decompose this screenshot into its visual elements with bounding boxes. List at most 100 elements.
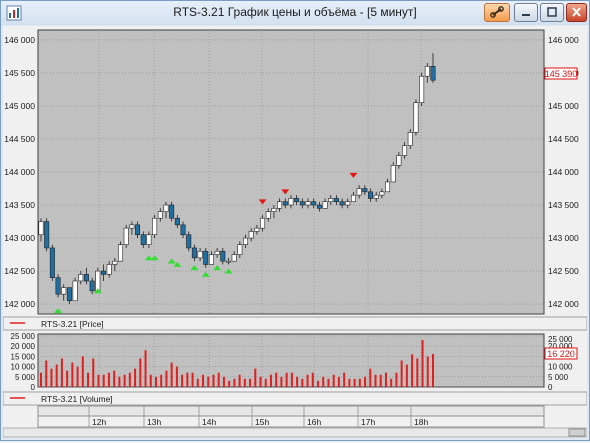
volume-bar: [144, 350, 147, 387]
volume-bar: [238, 374, 241, 387]
volume-bar: [181, 374, 184, 387]
volume-bar: [280, 376, 283, 387]
volume-bar: [285, 372, 288, 387]
volume-bar: [107, 372, 110, 387]
volume-bar: [390, 378, 393, 387]
volume-bar: [50, 368, 53, 387]
volume-bar: [353, 378, 356, 387]
link-button[interactable]: [484, 3, 510, 22]
time-axis-top-strip: [37, 405, 545, 417]
price-axis-label-right: 146 000: [548, 35, 579, 45]
volume-bar: [60, 358, 63, 387]
candle[interactable]: [72, 277, 78, 302]
price-axis-label-left: 143 000: [4, 233, 35, 243]
candle[interactable]: [419, 72, 425, 106]
volume-bar: [290, 372, 293, 387]
volume-bar: [249, 378, 252, 387]
volume-bar: [317, 380, 320, 387]
volume-bar: [196, 378, 199, 387]
time-label: 13h: [147, 417, 161, 427]
volume-bar: [254, 368, 257, 387]
volume-axis-label-left: 20 000: [11, 342, 36, 351]
volume-bar: [343, 372, 346, 387]
volume-bar: [374, 374, 377, 387]
volume-bar: [207, 376, 210, 387]
price-axis-label-left: 143 500: [4, 200, 35, 210]
candle[interactable]: [44, 218, 50, 252]
volume-bar: [311, 372, 314, 387]
volume-bar: [212, 374, 215, 387]
price-axis-label-right: 142 500: [548, 266, 579, 276]
volume-bar: [170, 362, 173, 387]
close-button[interactable]: [566, 3, 587, 22]
volume-bar: [66, 370, 69, 387]
volume-bar: [306, 374, 309, 387]
volume-bar: [191, 372, 194, 387]
volume-bar: [332, 374, 335, 387]
minimize-button[interactable]: [514, 3, 538, 22]
volume-bar: [395, 372, 398, 387]
candle[interactable]: [123, 224, 129, 248]
volume-axis-label-left: 5 000: [15, 373, 36, 382]
volume-bar: [165, 370, 168, 387]
volume-bar: [301, 378, 304, 387]
volume-axis-label-left: 0: [31, 383, 36, 392]
price-axis-label-right: 144 500: [548, 134, 579, 144]
time-label: 15h: [255, 417, 269, 427]
chart-canvas[interactable]: 146 000 145 500 145 000 144 500 144 000 143 5…: [2, 26, 588, 438]
volume-bar: [421, 340, 424, 387]
chart-window: RTS-3.21 График цены и объёма - [5 минут…: [0, 0, 590, 441]
horizontal-scrollbar[interactable]: [2, 427, 588, 438]
current-price-label: 145 390: [545, 69, 578, 79]
volume-bar: [222, 376, 225, 387]
candle[interactable]: [55, 274, 61, 298]
volume-bar: [139, 358, 142, 387]
candle[interactable]: [152, 214, 158, 239]
volume-axis-label-left: 15 000: [11, 352, 36, 361]
volume-bar: [45, 360, 48, 387]
volume-bar: [432, 353, 434, 387]
volume-bar: [369, 368, 372, 387]
candle[interactable]: [95, 267, 101, 292]
time-label: 16h: [307, 417, 321, 427]
price-axis-label-right: 143 000: [548, 233, 579, 243]
volume-bar: [348, 378, 351, 387]
volume-bar: [275, 372, 278, 387]
volume-bar: [92, 358, 95, 387]
time-label: 18h: [414, 417, 428, 427]
volume-bar: [426, 356, 429, 387]
volume-bar: [134, 368, 137, 387]
maximize-button[interactable]: [540, 3, 564, 22]
volume-bar: [76, 366, 79, 387]
time-label: 17h: [361, 417, 375, 427]
volume-bar: [264, 378, 267, 387]
price-axis-label-left: 142 500: [4, 266, 35, 276]
price-axis-label-right: 144 000: [548, 167, 579, 177]
volume-axis-label-right: 0: [548, 383, 553, 392]
price-axis-label-left: 144 500: [4, 134, 35, 144]
volume-bar: [327, 378, 330, 387]
minimize-icon: [522, 14, 530, 16]
volume-bar: [379, 374, 382, 387]
volume-bar: [228, 380, 231, 387]
volume-legend-label: RTS-3.21 [Volume]: [41, 394, 113, 404]
volume-bar: [118, 376, 121, 387]
volume-bar: [269, 374, 272, 387]
candle[interactable]: [413, 99, 419, 136]
volume-bar: [259, 376, 262, 387]
time-label: 12h: [92, 417, 106, 427]
volume-bar: [40, 372, 42, 387]
volume-bar: [217, 372, 220, 387]
volume-bar: [87, 372, 90, 387]
volume-bar: [400, 360, 403, 387]
current-volume-label: 16 220: [547, 349, 575, 359]
volume-bar: [160, 374, 163, 387]
volume-bar: [337, 376, 340, 387]
scrollbar-thumb[interactable]: [568, 428, 586, 437]
volume-bar: [154, 376, 157, 387]
volume-bar: [55, 364, 58, 387]
volume-axis-label-left: 10 000: [11, 363, 36, 372]
candle[interactable]: [49, 244, 55, 281]
price-axis-label-left: 144 000: [4, 167, 35, 177]
volume-bar: [128, 372, 131, 387]
